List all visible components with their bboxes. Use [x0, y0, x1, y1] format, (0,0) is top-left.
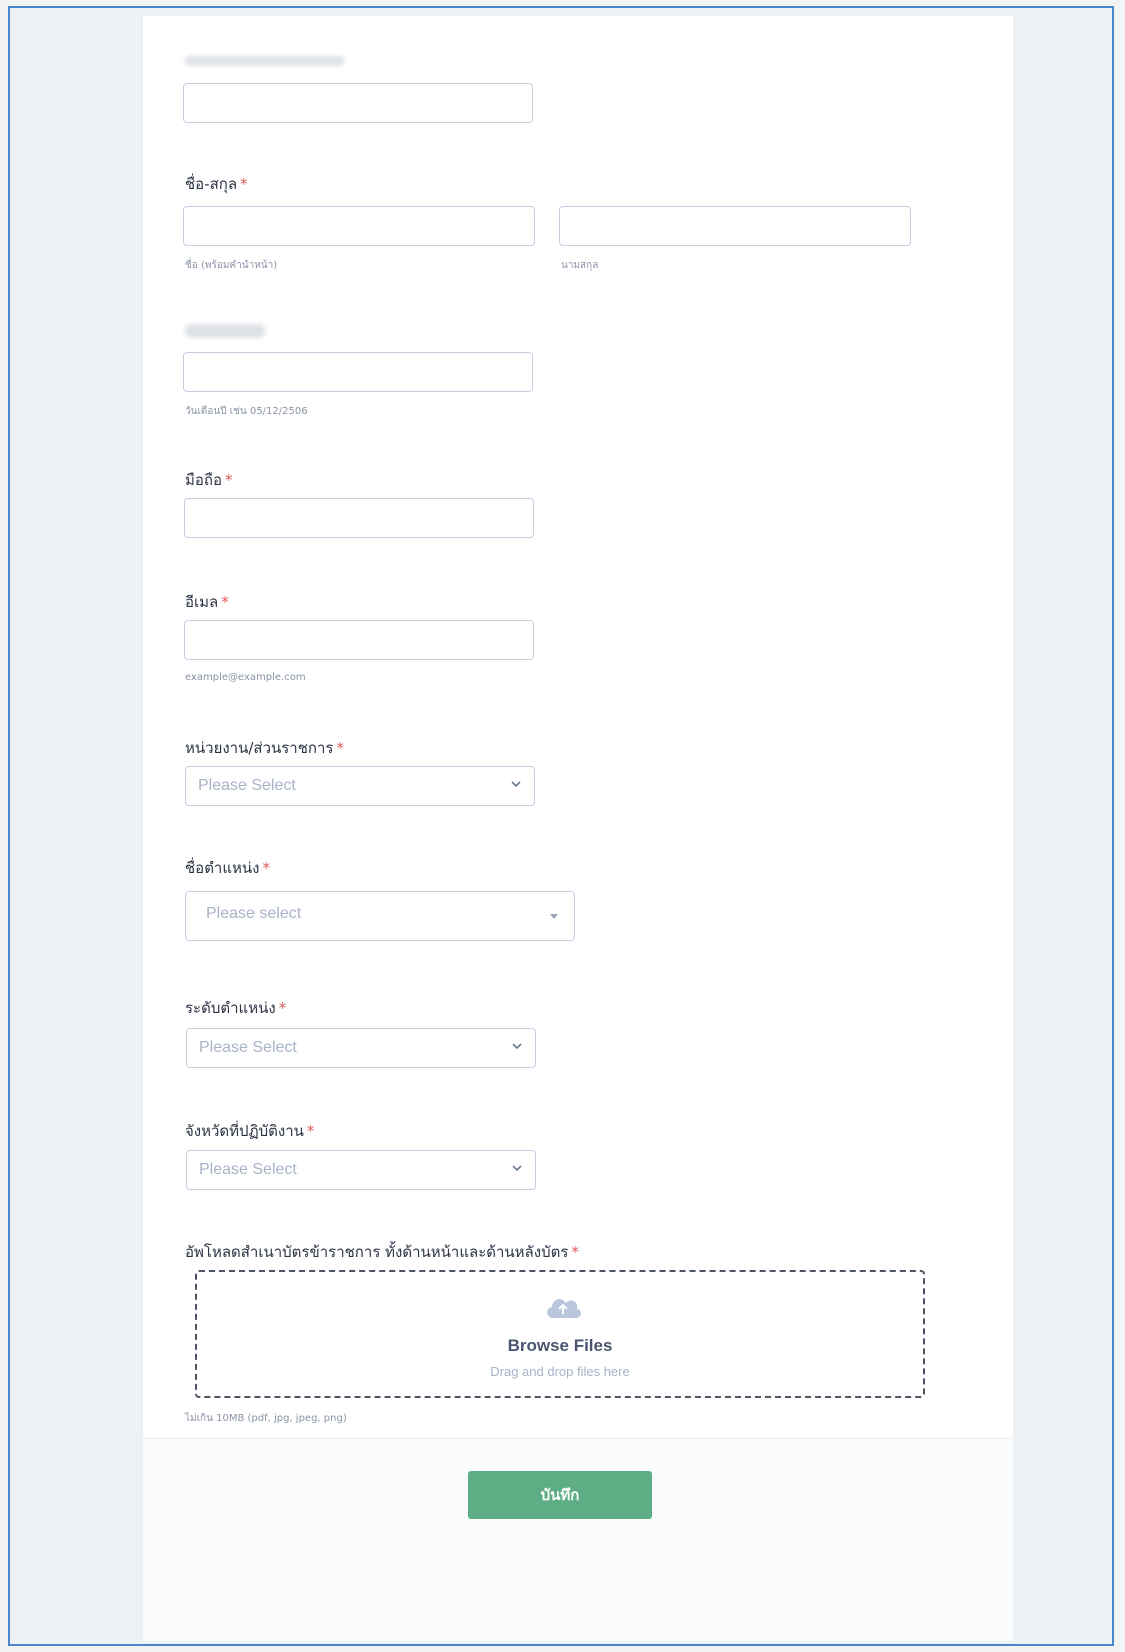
position-placeholder: Please select	[206, 905, 302, 922]
required-mark: *	[278, 999, 287, 1017]
email-label: อีเมล *	[185, 590, 229, 614]
level-label-text: ระดับตำแหน่ง	[185, 999, 276, 1017]
chevron-down-icon	[511, 781, 521, 788]
position-label-text: ชื่อตำแหน่ง	[185, 859, 260, 877]
submit-button[interactable]: บันทึก	[468, 1471, 652, 1519]
caret-down-icon	[550, 914, 558, 919]
required-mark: *	[306, 1122, 315, 1140]
drag-drop-hint: Drag and drop files here	[490, 1364, 630, 1379]
level-select[interactable]: Please Select	[186, 1028, 536, 1068]
email-input[interactable]	[184, 620, 534, 660]
province-select[interactable]: Please Select	[186, 1150, 536, 1190]
mobile-label-text: มือถือ	[185, 471, 222, 489]
browse-files-label[interactable]: Browse Files	[197, 1336, 923, 1356]
province-label: จังหวัดที่ปฏิบัติงาน *	[185, 1119, 314, 1143]
top-text-input[interactable]	[183, 83, 533, 123]
mobile-input[interactable]	[184, 498, 534, 538]
position-label: ชื่อตำแหน่ง *	[185, 856, 270, 880]
department-label-text: หน่วยงาน/ส่วนราชการ	[185, 739, 334, 757]
level-label: ระดับตำแหน่ง *	[185, 996, 286, 1020]
province-label-text: จังหวัดที่ปฏิบัติงาน	[185, 1122, 304, 1140]
department-select[interactable]: Please Select	[185, 766, 535, 806]
email-label-text: อีเมล	[185, 593, 219, 611]
department-placeholder: Please Select	[198, 777, 296, 794]
position-select[interactable]: Please select	[185, 891, 575, 941]
upload-sublabel: ไม่เกิน 10MB (pdf, jpg, jpeg, png)	[185, 1413, 347, 1424]
mobile-label: มือถือ *	[185, 468, 233, 492]
page-frame: ชื่อ-สกุล * ชื่อ (พร้อมคำนำหน้า) นามสกุล …	[8, 6, 1114, 1646]
file-dropzone[interactable]: Browse Files Drag and drop files here	[195, 1270, 925, 1398]
last-name-input[interactable]	[559, 206, 911, 246]
required-mark: *	[225, 471, 233, 489]
province-placeholder: Please Select	[199, 1161, 297, 1178]
obscured-birthdate-label	[185, 324, 265, 338]
email-sublabel: example@example.com	[185, 672, 306, 683]
upload-label: อัพโหลดสำเนาบัตรข้าราชการ ทั้งด้านหน้าแล…	[185, 1240, 579, 1264]
required-mark: *	[221, 593, 229, 611]
level-placeholder: Please Select	[199, 1039, 297, 1056]
required-mark: *	[336, 739, 344, 757]
cloud-upload-icon	[547, 1299, 582, 1318]
upload-label-text: อัพโหลดสำเนาบัตรข้าราชการ ทั้งด้านหน้าแล…	[185, 1243, 569, 1261]
form-card: ชื่อ-สกุล * ชื่อ (พร้อมคำนำหน้า) นามสกุล …	[143, 16, 1013, 1641]
obscured-label	[185, 56, 345, 66]
required-mark: *	[262, 859, 271, 877]
required-mark: *	[240, 175, 248, 193]
required-mark: *	[571, 1243, 579, 1261]
department-label: หน่วยงาน/ส่วนราชการ *	[185, 736, 344, 760]
first-name-sublabel: ชื่อ (พร้อมคำนำหน้า)	[185, 260, 278, 271]
form-footer	[143, 1439, 1013, 1641]
first-name-input[interactable]	[183, 206, 535, 246]
chevron-down-icon	[512, 1043, 522, 1050]
name-label-text: ชื่อ-สกุล	[185, 175, 238, 193]
birthdate-input[interactable]	[183, 352, 533, 392]
name-label: ชื่อ-สกุล *	[185, 172, 248, 196]
chevron-down-icon	[512, 1165, 522, 1172]
birthdate-sublabel: วันเดือนปี เช่น 05/12/2506	[185, 406, 308, 417]
last-name-sublabel: นามสกุล	[561, 260, 599, 271]
